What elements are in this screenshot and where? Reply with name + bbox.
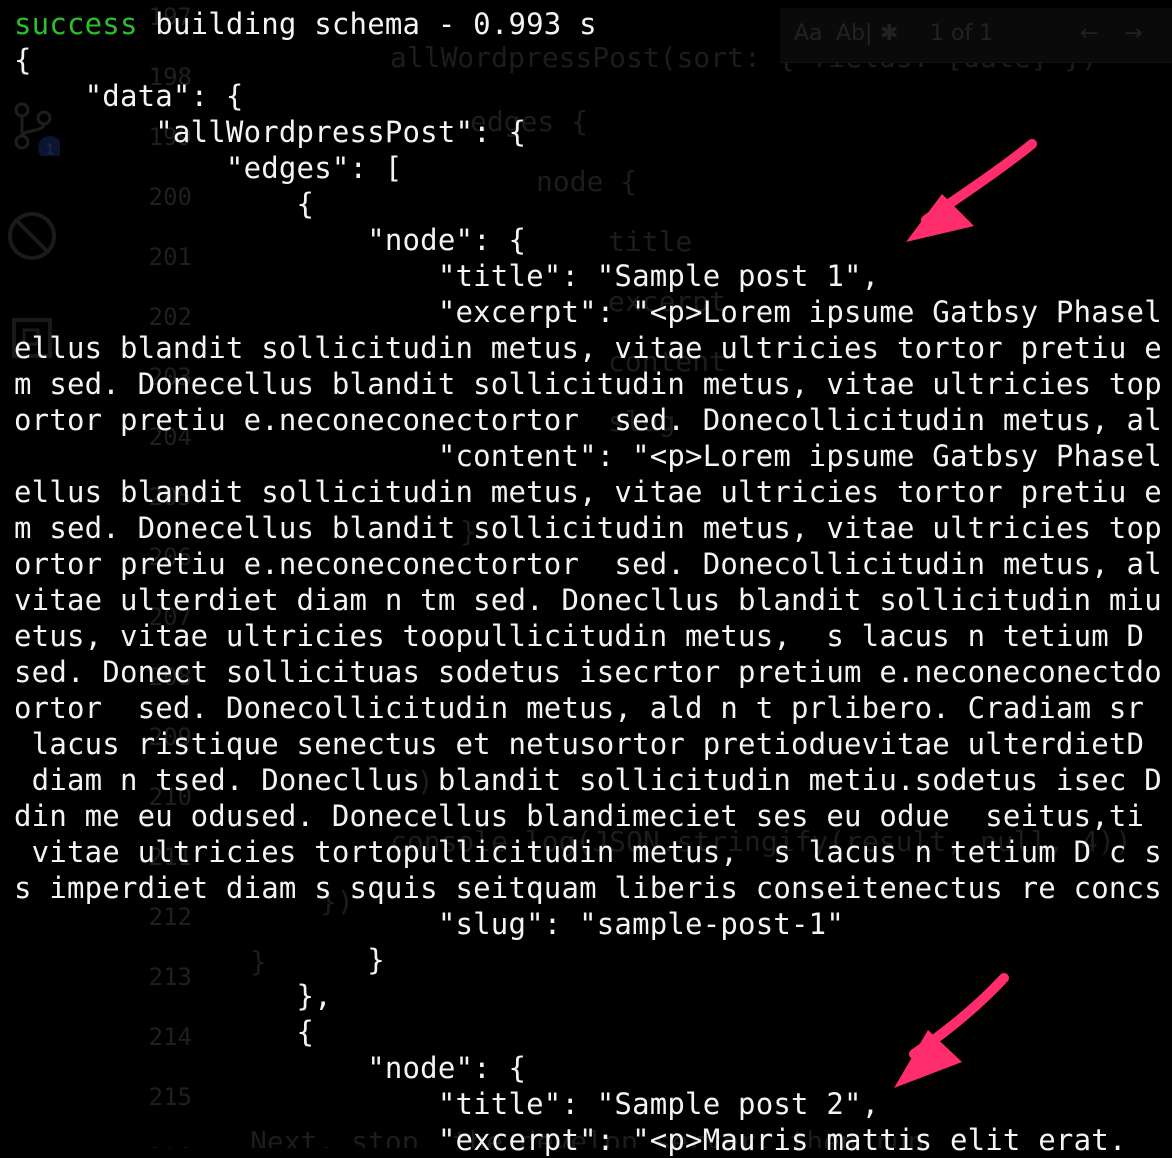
terminal-line: }, [14,979,332,1013]
terminal-line: } [14,943,385,977]
terminal-line: { [14,43,32,77]
terminal-line: "allWordpressPost": { [14,115,527,149]
terminal-line: "excerpt": "<p>Mauris mattis elit erat. [14,1123,1127,1157]
terminal-line: sed. Donect sollicituas sodetus isecrtor… [14,655,1162,689]
terminal-line: "edges": [ [14,151,403,185]
terminal-line: ortor pretiu e.neconeconectortor sed. Do… [14,547,1162,581]
arrow-pointer-icon [894,973,1009,1088]
terminal-line: lacus ristique senectus et netusortor pr… [14,727,1162,761]
terminal-line: "node": { [14,223,527,257]
terminal-line: { [14,187,315,221]
terminal-line: vitae ulterdiet diam n tm sed. Donecllus… [14,583,1162,617]
terminal-line: etus, vitae ultricies toopullicitudin me… [14,619,1162,653]
terminal-line: "content": "<p>Lorem ipsume Gatbsy Phase… [14,439,1162,473]
terminal-line: ortor sed. Donecollicitudin metus, ald n… [14,691,1162,725]
terminal-line: m sed. Donecellus blandit sollicitudin m… [14,367,1162,401]
terminal-line: "data": { [14,79,244,113]
terminal-line: "slug": "sample-post-1" [14,907,844,941]
terminal-line: ellus blandit sollicitudin metus, vitae … [14,475,1162,509]
terminal-line: ellus blandit sollicitudin metus, vitae … [14,331,1162,365]
terminal-line: m sed. Donecellus blandit sollicitudin m… [14,511,1162,545]
terminal-line: vitae ultricies tortopullicitudin metus,… [14,835,1162,869]
terminal-line: "node": { [14,1051,527,1085]
arrow-pointer-icon [906,139,1037,242]
terminal-line: diam n tsed. Donecllus blandit sollicitu… [14,763,1162,797]
terminal-line: { [14,1015,315,1049]
success-status: success [14,7,138,41]
terminal-line: "title": "Sample post 1", [14,259,880,293]
terminal-line: "excerpt": "<p>Lorem ipsume Gatbsy Phase… [14,295,1162,329]
terminal-line: "title": "Sample post 2", [14,1087,880,1121]
terminal-line: s imperdiet diam s squis seitquam liberi… [14,871,1162,905]
terminal-line: ortor pretiu e.neconeconectortor sed. Do… [14,403,1162,437]
build-status-message: building schema - 0.993 s [137,7,597,41]
terminal-line: din me eu odused. Donecellus blandimecie… [14,799,1145,833]
